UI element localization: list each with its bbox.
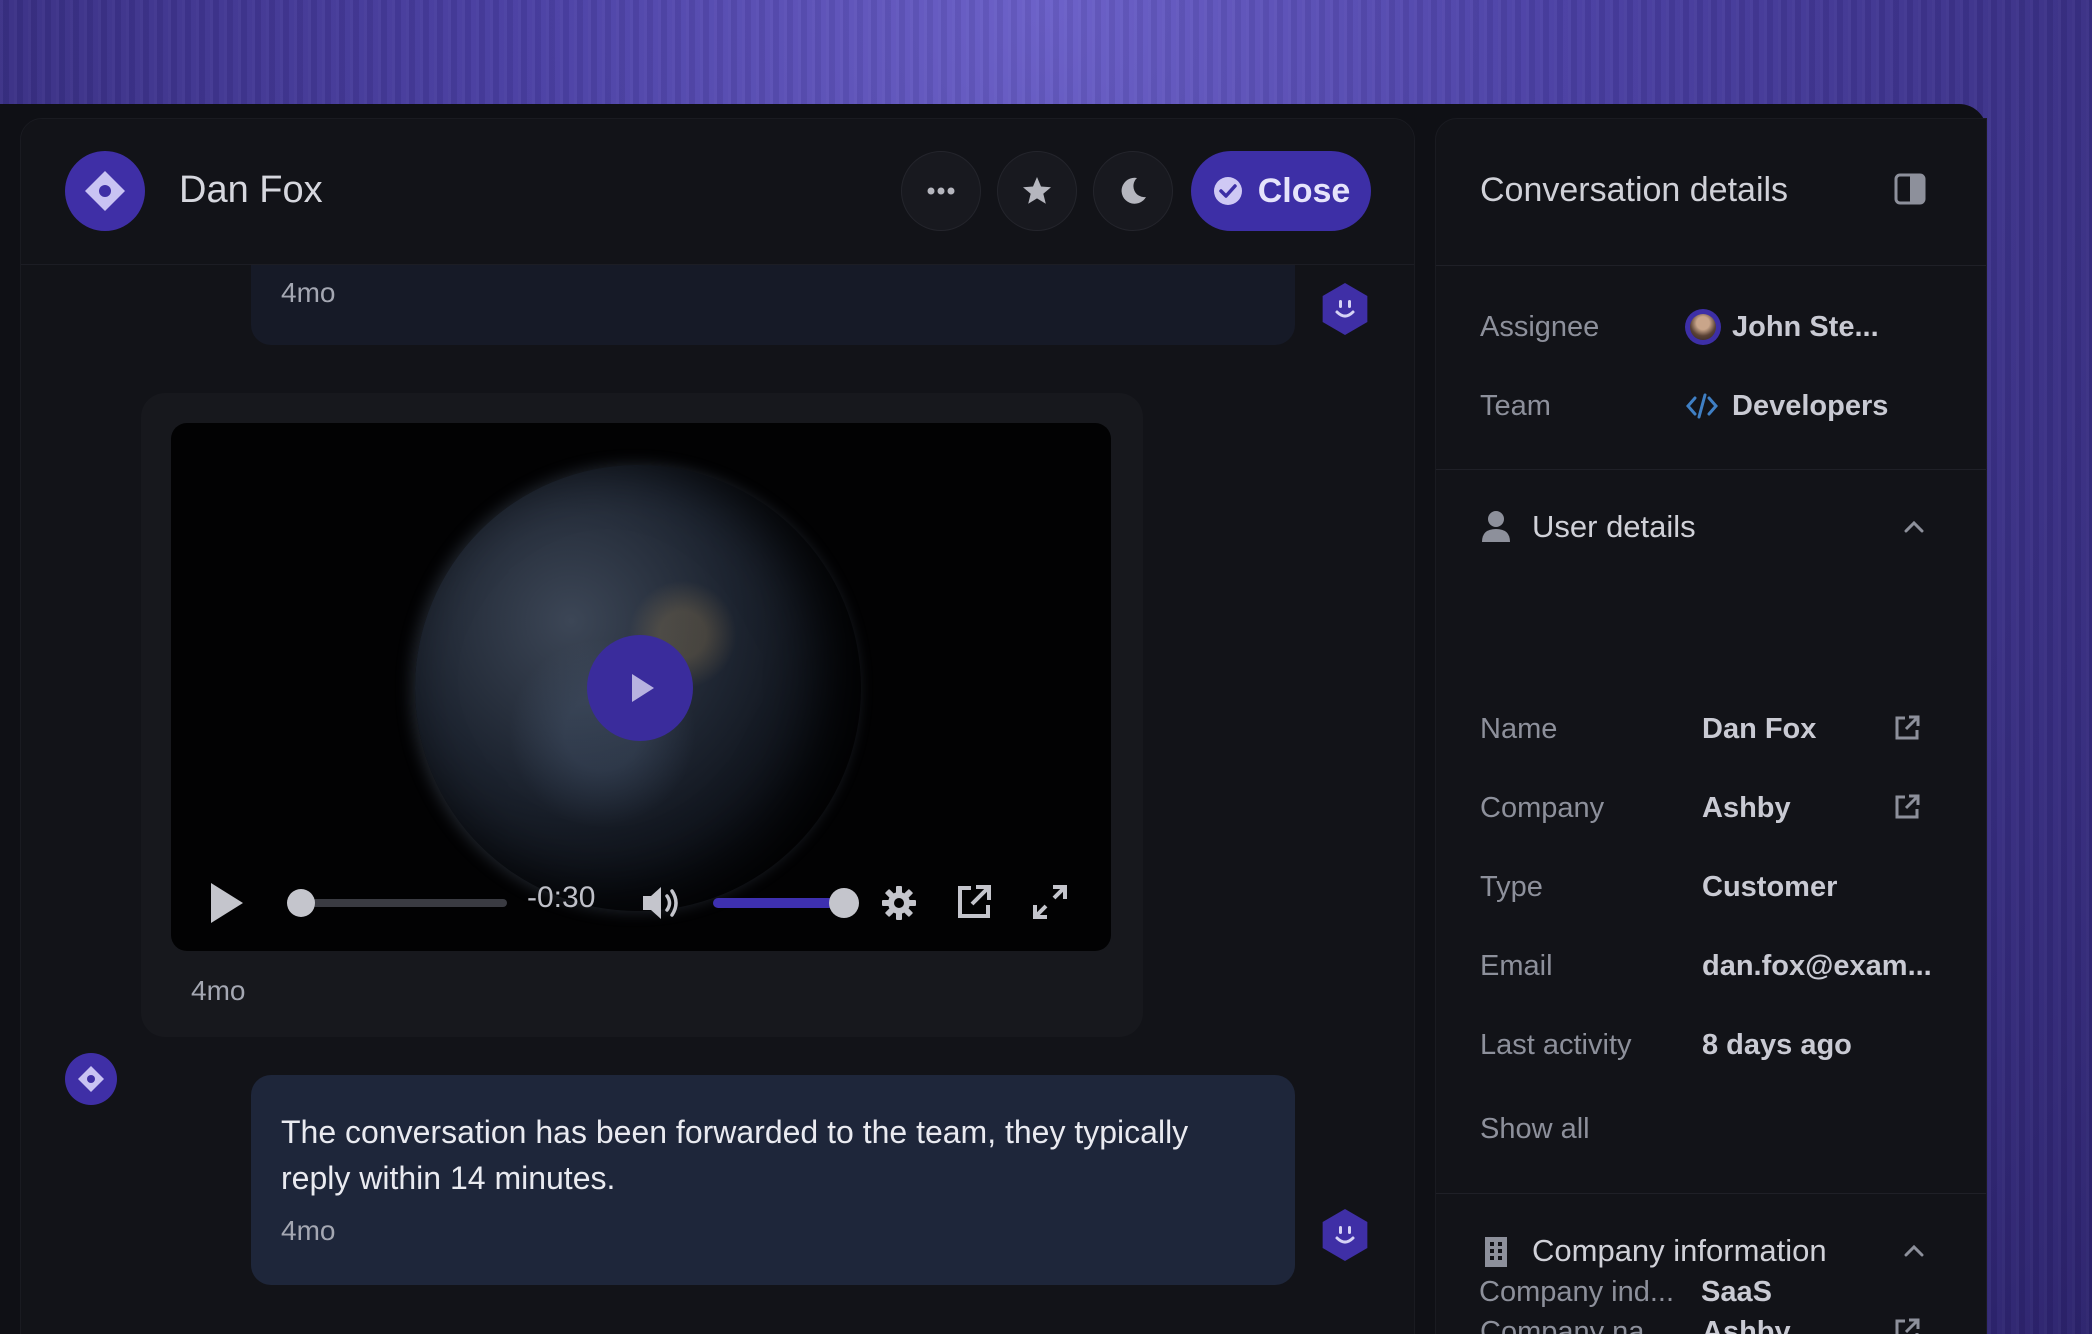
team-value[interactable]: Developers (1732, 390, 1888, 423)
check-circle-icon (1213, 177, 1242, 205)
video-message: -0:30 4mo (141, 393, 1143, 1037)
conversation-panel: 4mo -0:30 4mo The conversation has been … (20, 118, 1415, 1334)
building-icon (1485, 1237, 1507, 1267)
last-activity-value: 8 days ago (1702, 1029, 1852, 1061)
time-remaining: -0:30 (527, 881, 596, 914)
bot-avatar (1322, 1209, 1368, 1261)
ellipsis-icon (927, 187, 955, 195)
message-time: 4mo (281, 277, 336, 308)
divider (1436, 1193, 1986, 1194)
type-value: Customer (1702, 871, 1838, 903)
company-label: Company (1480, 792, 1605, 824)
diamond-logo-icon (78, 1066, 104, 1092)
message-text: The conversation has been forwarded to t… (281, 1114, 1189, 1196)
show-all-link[interactable]: Show all (1480, 1113, 1590, 1146)
company-industry-value: SaaS (1701, 1276, 1772, 1308)
app-window: 4mo -0:30 4mo The conversation has been … (0, 104, 1987, 1334)
video-controls: -0:30 (171, 841, 1111, 951)
conversation-header: Dan Fox Close (21, 119, 1414, 265)
assignee-label: Assignee (1480, 311, 1600, 343)
star-button[interactable] (997, 151, 1077, 231)
play-icon[interactable] (207, 881, 247, 925)
volume-icon[interactable] (641, 883, 683, 923)
email-value[interactable]: dan.fox@exam... (1702, 950, 1932, 983)
contact-avatar (65, 1053, 117, 1105)
external-link-icon[interactable] (1892, 713, 1922, 743)
assignee-value[interactable]: John Ste... (1732, 311, 1879, 344)
more-options-button[interactable] (901, 151, 981, 231)
star-icon (1023, 177, 1051, 204)
user-icon (1482, 511, 1510, 542)
sidebar-title: Conversation details (1480, 171, 1789, 209)
chevron-up-icon[interactable] (1902, 1239, 1926, 1263)
play-icon (632, 674, 654, 702)
email-label: Email (1480, 950, 1553, 982)
progress-handle[interactable] (287, 889, 315, 917)
diamond-logo-icon (85, 171, 125, 211)
external-link-icon[interactable] (1892, 1316, 1922, 1334)
last-activity-label: Last activity (1480, 1029, 1632, 1061)
message-bubble-previous: 4mo (251, 265, 1295, 345)
divider (1436, 265, 1986, 266)
user-details-title[interactable]: User details (1532, 509, 1696, 545)
message-time: 4mo (281, 1215, 336, 1246)
fullscreen-icon[interactable] (1031, 883, 1069, 921)
close-conversation-button[interactable]: Close (1191, 151, 1371, 231)
company-industry-label: Company ind... (1479, 1276, 1675, 1308)
message-bubble-bot: The conversation has been forwarded to t… (251, 1075, 1295, 1285)
page-title: Dan Fox (179, 169, 323, 211)
chevron-up-icon[interactable] (1902, 515, 1926, 539)
external-link-icon[interactable] (1892, 792, 1922, 822)
company-name-label: Company na... (1480, 1316, 1669, 1334)
company-information-title[interactable]: Company information (1532, 1233, 1827, 1269)
sidebar-toggle-icon[interactable] (1894, 173, 1926, 205)
name-value: Dan Fox (1702, 713, 1817, 745)
company-name-value: Ashby (1702, 1316, 1791, 1334)
contact-avatar[interactable] (65, 151, 145, 231)
conversation-details-sidebar: Conversation details Assignee John Ste..… (1435, 118, 1987, 1334)
divider (1436, 469, 1986, 470)
company-value: Ashby (1702, 792, 1791, 824)
volume-slider[interactable] (713, 898, 845, 908)
play-overlay-button[interactable] (587, 635, 693, 741)
name-label: Name (1480, 713, 1558, 745)
progress-track[interactable] (289, 899, 507, 907)
code-icon (1686, 393, 1718, 419)
snooze-button[interactable] (1093, 151, 1173, 231)
open-external-icon[interactable] (955, 883, 993, 921)
settings-gear-icon[interactable] (881, 885, 917, 921)
moon-icon (1121, 177, 1146, 204)
close-button-label: Close (1257, 171, 1351, 210)
assignee-avatar (1685, 309, 1721, 345)
team-label: Team (1480, 390, 1551, 422)
video-player[interactable]: -0:30 (171, 423, 1111, 951)
bot-avatar (1322, 283, 1368, 335)
message-time: 4mo (191, 975, 246, 1006)
type-label: Type (1480, 871, 1543, 903)
volume-handle[interactable] (829, 888, 859, 918)
